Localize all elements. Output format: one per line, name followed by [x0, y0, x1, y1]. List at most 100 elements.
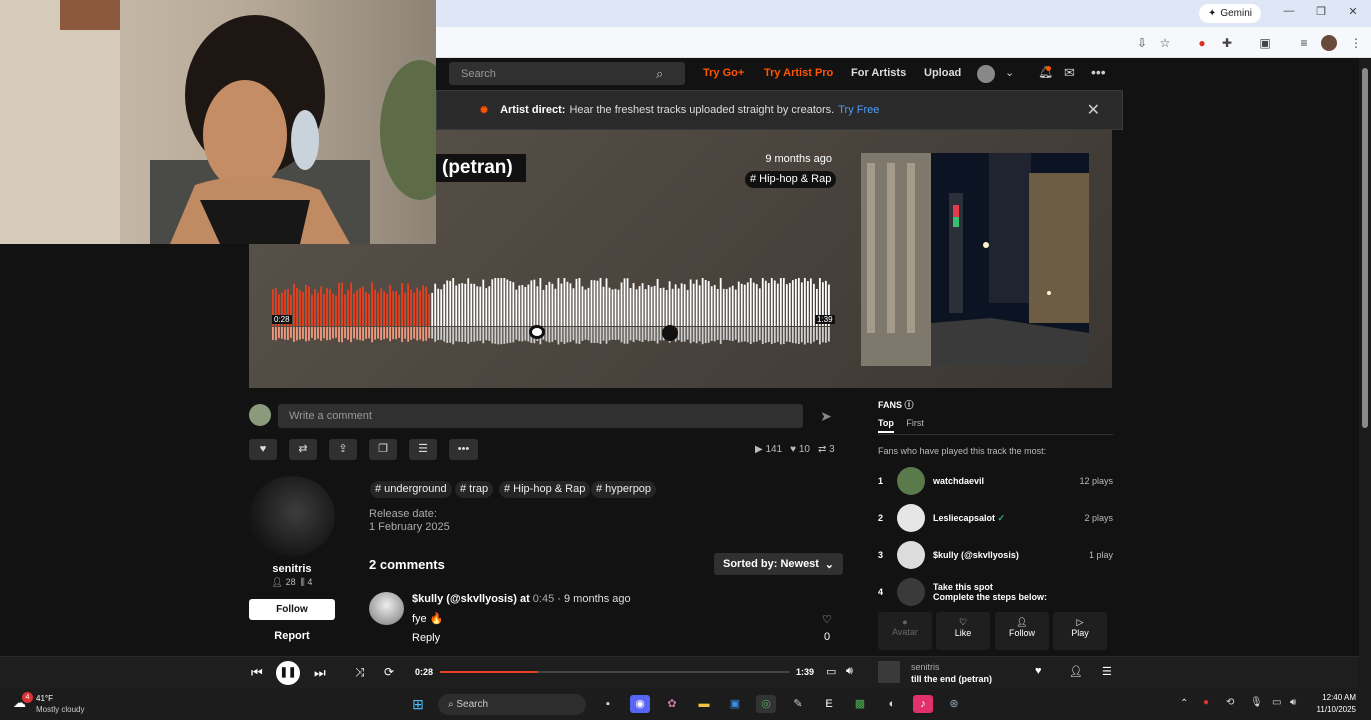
close-icon[interactable]: ✕: [1344, 5, 1362, 21]
fan-name[interactable]: $kully (@skvllyosis): [933, 550, 1089, 560]
split-view-icon[interactable]: ▣: [1257, 35, 1273, 51]
tab-top[interactable]: Top: [878, 418, 894, 433]
tray-sync-icon[interactable]: ⟲: [1226, 697, 1234, 708]
comment-user[interactable]: $kully (@skvllyosis): [412, 593, 517, 605]
microphone-icon[interactable]: 🎙︎: [1250, 697, 1263, 708]
genre-tag[interactable]: # Hip-hop & Rap: [745, 171, 837, 188]
mail-icon[interactable]: ✉: [1064, 65, 1075, 81]
tiktok-icon[interactable]: ♪: [913, 695, 933, 713]
chevron-down-icon[interactable]: ⌄: [1005, 66, 1014, 79]
windows-start-icon[interactable]: ⊞: [408, 695, 428, 713]
search-input[interactable]: Search: [449, 62, 685, 85]
now-playing-artist[interactable]: senitris: [911, 662, 940, 672]
extension-badge-icon[interactable]: ●: [1194, 35, 1210, 51]
weather-desc[interactable]: Mostly cloudy: [36, 705, 84, 714]
pause-button[interactable]: ❚❚: [276, 661, 300, 685]
display-icon[interactable]: ▭: [1272, 697, 1281, 708]
clock-time[interactable]: 12:40 AM: [1318, 693, 1356, 702]
volume-icon[interactable]: 🔊︎: [846, 665, 853, 678]
bookmark-star-icon[interactable]: ☆: [1157, 35, 1173, 51]
fan-row[interactable]: 2 Lesliecapsalot ✓ 2 plays: [878, 504, 1113, 532]
tag-hyperpop[interactable]: # hyperpop: [591, 481, 657, 498]
tag-underground[interactable]: # underground: [370, 481, 452, 498]
try-go-link[interactable]: Try Go+: [703, 67, 744, 79]
progress-bar[interactable]: [440, 671, 790, 673]
weather-temp[interactable]: 41°F: [36, 694, 53, 703]
try-free-link[interactable]: Try Free: [838, 104, 879, 116]
media-control-icon[interactable]: ≡: [1296, 35, 1312, 51]
kebab-menu-icon[interactable]: ⋮: [1348, 35, 1364, 51]
copilot-icon[interactable]: ✿: [662, 695, 682, 713]
now-playing-title[interactable]: till the end (petran): [911, 674, 992, 684]
tab-first[interactable]: First: [906, 418, 924, 428]
repeat-icon[interactable]: ⟳: [384, 665, 394, 679]
now-playing-artwork[interactable]: [878, 661, 900, 683]
tag-hip-hop[interactable]: # Hip-hop & Rap: [499, 481, 591, 498]
task-view-icon[interactable]: ▪: [598, 695, 618, 713]
fan-row[interactable]: 1 watchdaevil 12 plays: [878, 467, 1113, 495]
send-icon[interactable]: ➤: [810, 404, 842, 428]
minecraft-icon[interactable]: ▩: [850, 695, 870, 713]
chrome-icon[interactable]: ◎: [756, 695, 776, 713]
info-icon[interactable]: ⓘ: [905, 400, 914, 410]
step-like-button[interactable]: ♡ Like: [936, 612, 990, 650]
app-icon[interactable]: ✎: [788, 695, 808, 713]
store-icon[interactable]: ▣: [725, 695, 745, 713]
share-button[interactable]: ⇪: [329, 439, 357, 460]
like-button[interactable]: ♥: [249, 439, 277, 460]
file-explorer-icon[interactable]: ▬: [694, 695, 714, 713]
add-to-playlist-button[interactable]: ☰: [409, 439, 437, 460]
fan-name[interactable]: watchdaevil: [933, 476, 1079, 486]
comment-like-icon[interactable]: ♡: [822, 613, 832, 626]
cast-icon[interactable]: ▭: [826, 665, 836, 678]
speaker-icon[interactable]: 🔊︎: [1290, 697, 1296, 708]
more-menu-icon[interactable]: •••: [1091, 64, 1106, 80]
tray-chevron-icon[interactable]: ⌃: [1180, 698, 1188, 709]
discord-icon[interactable]: ◉: [630, 695, 650, 713]
shuffle-icon[interactable]: ⤨: [355, 665, 365, 680]
follow-button[interactable]: Follow: [249, 599, 335, 620]
page-scrollbar[interactable]: [1359, 58, 1371, 688]
fan-row[interactable]: 3 $kully (@skvllyosis) 1 play: [878, 541, 1113, 569]
uploader-name[interactable]: senitris: [249, 563, 335, 575]
comment-timestamp[interactable]: 0:45: [533, 593, 554, 605]
maximize-icon[interactable]: ❐: [1312, 5, 1330, 21]
more-actions-button[interactable]: •••: [449, 439, 478, 460]
profile-avatar[interactable]: [1321, 35, 1337, 51]
try-artist-pro-link[interactable]: Try Artist Pro: [764, 67, 833, 79]
upload-link[interactable]: Upload: [924, 67, 961, 79]
step-follow-button[interactable]: 👤︎ Follow: [995, 612, 1049, 650]
reply-button[interactable]: Reply: [412, 632, 440, 644]
sort-dropdown[interactable]: Sorted by: Newest ⌄: [714, 553, 843, 575]
waveform[interactable]: [272, 278, 831, 348]
next-icon[interactable]: ⏭: [314, 665, 326, 681]
extensions-puzzle-icon[interactable]: ✚: [1219, 35, 1235, 51]
epic-games-icon[interactable]: E: [819, 695, 839, 713]
search-icon[interactable]: ⌕: [656, 66, 663, 82]
scroll-thumb[interactable]: [1362, 68, 1368, 428]
for-artists-link[interactable]: For Artists: [851, 67, 906, 79]
comment-marker-avatar[interactable]: [529, 325, 545, 339]
follow-icon[interactable]: 👤︎: [1069, 665, 1083, 678]
uploader-avatar[interactable]: [249, 476, 335, 556]
close-icon[interactable]: ✕: [1087, 100, 1100, 120]
app-icon[interactable]: ◐: [882, 695, 902, 713]
previous-icon[interactable]: ⏮: [251, 665, 263, 681]
queue-icon[interactable]: ☰: [1102, 665, 1112, 678]
user-avatar[interactable]: [977, 65, 995, 83]
tray-app-icon[interactable]: ●: [1203, 697, 1209, 708]
report-button[interactable]: Report: [249, 630, 335, 642]
clock-date[interactable]: 11/10/2025: [1310, 705, 1356, 714]
comment-avatar[interactable]: [369, 592, 404, 625]
comment-marker-avatar[interactable]: [662, 325, 678, 341]
step-play-button[interactable]: ▷ Play: [1053, 612, 1107, 650]
gemini-button[interactable]: ✦ Gemini: [1199, 4, 1261, 23]
tag-trap[interactable]: # trap: [455, 481, 494, 498]
install-app-icon[interactable]: ⇩: [1134, 35, 1150, 51]
minimize-icon[interactable]: —: [1280, 5, 1298, 21]
taskbar-search[interactable]: ⌕ Search: [438, 694, 586, 715]
steam-icon[interactable]: ⊛: [944, 695, 964, 713]
fan-name[interactable]: Lesliecapsalot ✓: [933, 513, 1084, 524]
like-icon[interactable]: ♥: [1035, 665, 1042, 677]
copy-link-button[interactable]: ❐: [369, 439, 397, 460]
